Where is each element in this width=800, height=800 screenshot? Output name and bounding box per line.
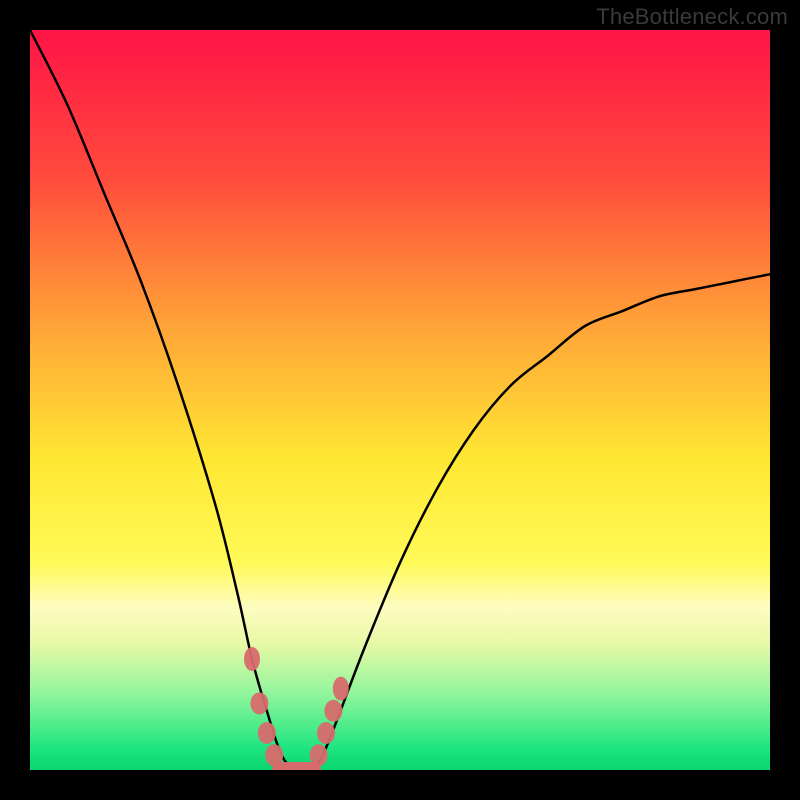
curve-layer (30, 30, 770, 770)
chart-frame: TheBottleneck.com (0, 0, 800, 800)
watermark-text: TheBottleneck.com (596, 4, 788, 30)
trough-markers (244, 647, 349, 770)
bottleneck-curve (30, 30, 770, 770)
plot-area (30, 30, 770, 770)
